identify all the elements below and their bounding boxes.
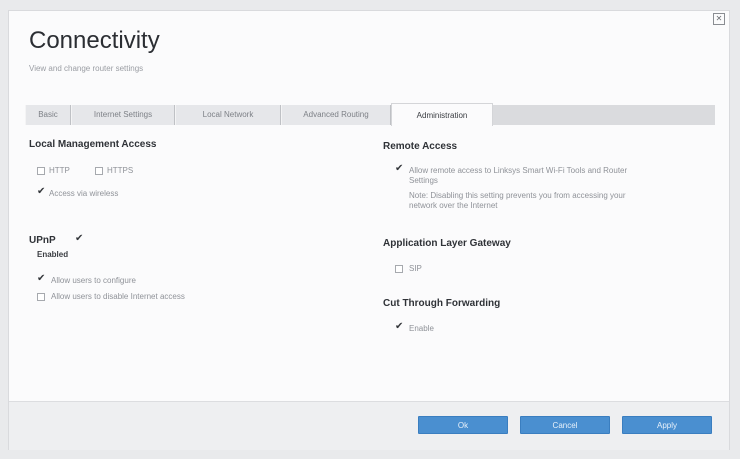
wireless-checkbox[interactable] — [37, 186, 45, 198]
https-label: HTTPS — [107, 166, 134, 175]
tab-bar: Basic Internet Settings Local Network Ad… — [25, 103, 715, 126]
tab-local-network[interactable]: Local Network — [175, 105, 281, 125]
tab-advanced-routing[interactable]: Advanced Routing — [281, 105, 391, 125]
remote-access-heading: Remote Access — [383, 141, 458, 152]
remote-access-label-line2: Settings — [409, 176, 438, 185]
sip-checkbox[interactable] — [395, 265, 403, 273]
page-subtitle: View and change router settings — [29, 64, 144, 73]
tab-internet-settings[interactable]: Internet Settings — [71, 105, 175, 125]
close-icon[interactable]: ✕ — [713, 13, 725, 25]
http-checkbox[interactable] — [37, 167, 45, 175]
https-checkbox[interactable] — [95, 167, 103, 175]
remote-access-note: Note: Disabling this setting prevents yo… — [409, 191, 626, 211]
tab-administration[interactable]: Administration — [391, 103, 493, 126]
sip-label: SIP — [409, 264, 422, 273]
upnp-status: Enabled — [37, 250, 69, 259]
page-title: Connectivity — [29, 27, 160, 54]
remote-access-label: Allow remote access to Linksys Smart Wi-… — [409, 166, 627, 186]
remote-access-note-line2: network over the Internet — [409, 201, 498, 210]
upnp-heading: UPnP — [29, 235, 56, 246]
remote-access-checkbox[interactable] — [395, 163, 403, 175]
remote-access-note-line1: Note: Disabling this setting prevents yo… — [409, 191, 626, 200]
wireless-label: Access via wireless — [49, 189, 119, 198]
upnp-configure-checkbox[interactable] — [37, 273, 45, 285]
http-label: HTTP — [49, 166, 70, 175]
dialog-footer — [9, 401, 729, 450]
apply-button[interactable]: Apply — [622, 416, 712, 434]
upnp-configure-label: Allow users to configure — [51, 276, 136, 285]
local-management-heading: Local Management Access — [29, 139, 157, 150]
ctf-enable-checkbox[interactable] — [395, 321, 403, 333]
upnp-checkbox[interactable] — [75, 233, 83, 245]
ctf-enable-label: Enable — [409, 324, 434, 333]
ctf-heading: Cut Through Forwarding — [383, 298, 501, 309]
cancel-button[interactable]: Cancel — [520, 416, 610, 434]
settings-dialog: ✕ Connectivity View and change router se… — [8, 10, 730, 450]
tab-basic[interactable]: Basic — [25, 105, 71, 125]
alg-heading: Application Layer Gateway — [383, 238, 511, 249]
remote-access-label-line1: Allow remote access to Linksys Smart Wi-… — [409, 166, 628, 175]
upnp-disable-internet-checkbox[interactable] — [37, 293, 45, 301]
upnp-disable-internet-label: Allow users to disable Internet access — [51, 292, 185, 301]
ok-button[interactable]: Ok — [418, 416, 508, 434]
